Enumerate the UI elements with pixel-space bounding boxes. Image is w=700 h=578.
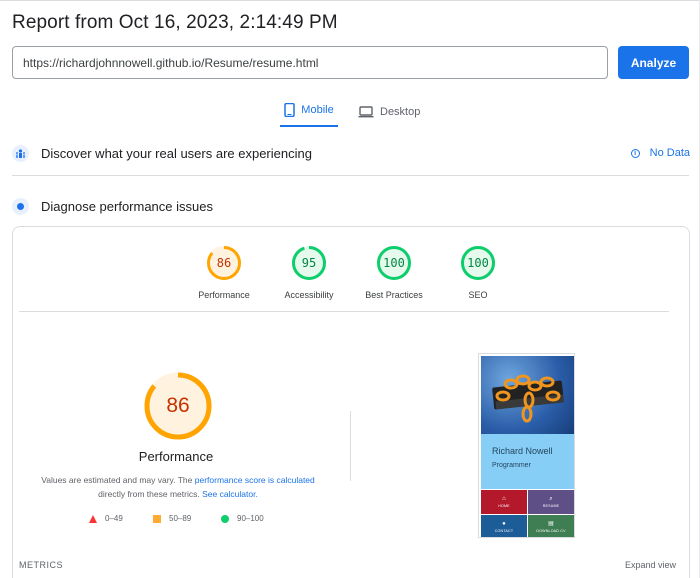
diagnose-icon xyxy=(12,198,29,215)
legend-fail-label: 0–49 xyxy=(105,514,123,523)
section-divider xyxy=(12,175,689,176)
smartphone-icon xyxy=(284,103,296,117)
home-tile: ⌂ HOME xyxy=(481,490,527,514)
performance-note: Values are estimated and may vary. The p… xyxy=(28,473,328,501)
info-icon: i xyxy=(630,148,640,158)
chat-icon: ● xyxy=(502,521,506,527)
score-value: 95 xyxy=(301,256,317,270)
score-best-practices[interactable]: 100 Best Practices xyxy=(354,245,434,300)
report-title: Report from Oct 16, 2023, 2:14:49 PM xyxy=(12,12,338,33)
score-seo[interactable]: 100 SEO xyxy=(438,245,518,300)
score-label: SEO xyxy=(468,290,488,300)
score-value: 100 xyxy=(467,256,489,270)
profile-role: Programmer xyxy=(492,462,531,469)
performance-score: 86 xyxy=(166,394,190,417)
tab-mobile[interactable]: Mobile xyxy=(280,97,338,127)
page-screenshot: Richard Nowell Programmer ⌂ HOME ⌕ RESUM… xyxy=(478,353,575,538)
legend-fail: 0–49 xyxy=(89,514,123,523)
legend-average-label: 50–89 xyxy=(169,514,192,523)
score-value: 100 xyxy=(383,256,405,270)
analyze-button[interactable]: Analyze xyxy=(618,46,689,79)
top-border xyxy=(0,0,700,1)
real-users-section[interactable]: Discover what your real users are experi… xyxy=(12,145,312,162)
users-icon xyxy=(12,145,29,162)
note-text-2: directly from these metrics. xyxy=(98,489,203,499)
hero-image xyxy=(481,356,574,434)
performance-score-link[interactable]: performance score is calculated xyxy=(195,475,315,485)
contact-tile-label: CONTACT xyxy=(494,529,514,533)
resume-tile-label: RESUME xyxy=(542,504,560,508)
legend-pass: 90–100 xyxy=(221,514,264,523)
performance-title: Performance xyxy=(138,449,214,464)
metrics-heading: METRICS xyxy=(19,560,63,570)
score-label: Performance xyxy=(198,290,250,300)
legend-average: 50–89 xyxy=(153,514,191,523)
expand-view-link[interactable]: Expand view xyxy=(625,560,676,570)
real-users-label: Discover what your real users are experi… xyxy=(41,146,312,161)
no-data-indicator[interactable]: i No Data xyxy=(630,147,690,159)
tab-desktop-label: Desktop xyxy=(380,106,421,118)
average-square-icon xyxy=(153,514,161,523)
diagnose-label: Diagnose performance issues xyxy=(41,199,213,214)
score-label: Best Practices xyxy=(365,290,423,300)
home-icon: ⌂ xyxy=(502,496,506,502)
score-value: 86 xyxy=(216,256,232,270)
card-divider xyxy=(19,311,669,312)
profile-name: Richard Nowell xyxy=(492,446,553,456)
home-tile-label: HOME xyxy=(498,504,510,508)
contact-tile: ● CONTACT xyxy=(481,515,527,537)
performance-gauge: 86 xyxy=(143,371,213,441)
diagnose-section: Diagnose performance issues xyxy=(12,198,213,215)
download-tile-label: DOWNLOAD CV xyxy=(536,529,566,533)
fail-triangle-icon xyxy=(89,514,97,523)
url-input[interactable]: https://richardjohnnowell.github.io/Resu… xyxy=(12,46,608,79)
search-icon: ⌕ xyxy=(549,496,553,502)
resume-tile: ⌕ RESUME xyxy=(528,490,574,514)
tab-mobile-label: Mobile xyxy=(301,104,334,116)
legend-pass-label: 90–100 xyxy=(237,514,264,523)
note-text: Values are estimated and may vary. The xyxy=(41,475,195,485)
download-tile: ▤ DOWNLOAD CV xyxy=(528,515,574,537)
tab-desktop[interactable]: Desktop xyxy=(358,97,420,127)
vertical-divider xyxy=(350,411,351,481)
desktop-icon xyxy=(358,106,374,118)
diagnostics-card: 86 Performance 95 Accessibility 100 Best… xyxy=(12,226,690,578)
score-label: Accessibility xyxy=(284,290,334,300)
score-performance[interactable]: 86 Performance xyxy=(184,245,264,300)
see-calculator-link[interactable]: See calculator. xyxy=(202,489,258,499)
document-icon: ▤ xyxy=(548,521,554,527)
pass-circle-icon xyxy=(221,514,229,523)
no-data-label: No Data xyxy=(649,147,690,159)
score-accessibility[interactable]: 95 Accessibility xyxy=(269,245,349,300)
